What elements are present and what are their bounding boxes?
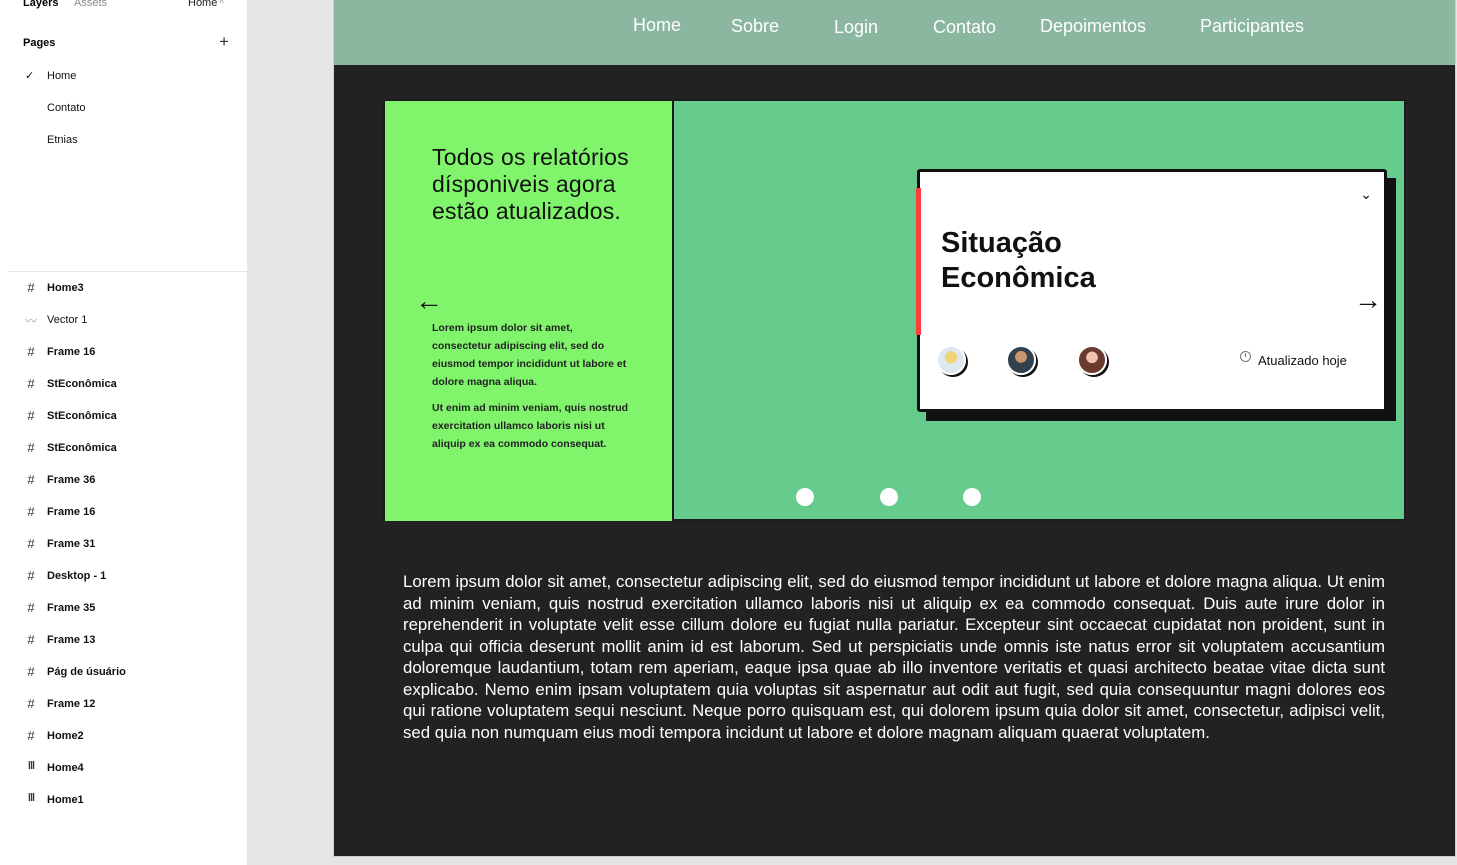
avatar[interactable] (1077, 345, 1107, 375)
nav-link-depoimentos[interactable]: Depoimentos (1040, 16, 1146, 37)
layer-item[interactable]: # Desktop - 1 (23, 568, 238, 589)
layer-item[interactable]: # Frame 35 (23, 600, 238, 621)
layer-label: Home2 (47, 730, 84, 742)
nav-link-participantes[interactable]: Participantes (1200, 16, 1304, 37)
frame-icon: # (27, 568, 35, 583)
layer-label: StEconômica (47, 442, 117, 454)
pages-header: Pages + (23, 33, 233, 51)
chevron-down-icon[interactable]: ⌄ (1360, 186, 1372, 203)
updated-label: Atualizado hoje (1258, 353, 1347, 368)
nav-link-home[interactable]: Home (633, 15, 681, 36)
tab-layers[interactable]: Layers (23, 0, 58, 9)
carousel-dot[interactable] (796, 488, 814, 506)
hero-paragraph: Ut enim ad minim veniam, quis nostrud ex… (432, 402, 629, 450)
frame-icon: # (27, 664, 35, 679)
hero-carousel: Todos os relatórios dísponiveis agora es… (383, 99, 1406, 521)
page-item-etnias[interactable]: Etnias (23, 133, 233, 153)
body-paragraph: Lorem ipsum dolor sit amet, consectetur … (403, 572, 1385, 742)
add-page-button[interactable]: + (219, 33, 229, 50)
frame-icon: # (27, 280, 35, 295)
hero-paragraph: Lorem ipsum dolor sit amet, consectetur … (432, 322, 627, 388)
layer-item[interactable]: # Frame 36 (23, 472, 238, 493)
pages-title: Pages (23, 37, 56, 49)
frame-icon: # (27, 536, 35, 551)
layers-panel: Layers Assets Home ^ Pages + ✓ Home Conta… (0, 0, 248, 865)
frame-icon: # (27, 376, 35, 391)
site-navbar: Home Sobre Login Contato Depoimentos Par… (334, 0, 1455, 65)
avatar[interactable] (1006, 345, 1036, 375)
layer-item[interactable]: # Frame 16 (23, 504, 238, 525)
page-item-home[interactable]: ✓ Home (23, 69, 233, 89)
layer-item[interactable]: # Frame 16 (23, 344, 238, 365)
page-item-label: Home (47, 70, 77, 82)
layer-item[interactable]: ǀǀǀ Home1 (23, 792, 238, 813)
layer-item[interactable]: 〰 Vector 1 (23, 313, 238, 333)
layer-item[interactable]: # StEconômica (23, 376, 238, 397)
layer-item[interactable]: # Frame 12 (23, 696, 238, 717)
layer-label: Home3 (47, 282, 84, 294)
layer-label: Frame 31 (47, 538, 96, 550)
page-item-label: Contato (47, 102, 86, 114)
frame-icon: # (27, 600, 35, 615)
hero-heading: Todos os relatórios dísponiveis agora es… (432, 144, 629, 224)
layer-label: Frame 13 (47, 634, 96, 646)
check-icon: ✓ (25, 70, 35, 82)
layer-item[interactable]: # Frame 31 (23, 536, 238, 557)
layer-label: Pág de úsuário (47, 666, 126, 678)
layer-label: Frame 16 (47, 506, 96, 518)
card-accent-bar (916, 188, 921, 335)
hero-left-panel: Todos os relatórios dísponiveis agora es… (385, 101, 674, 521)
layer-label: Frame 16 (47, 346, 96, 358)
frame-icon: # (27, 632, 35, 647)
layer-label: Vector 1 (47, 314, 88, 326)
frame-icon: # (27, 728, 35, 743)
design-editor: Layers Assets Home ^ Pages + ✓ Home Conta… (0, 0, 1457, 865)
layer-label: Home4 (47, 762, 84, 774)
canvas-frame-home[interactable]: Home Sobre Login Contato Depoimentos Par… (334, 0, 1455, 856)
frame-icon: # (27, 696, 35, 711)
report-card[interactable]: ⌄ Situação Econômica → Atualizado hoje (916, 169, 1387, 412)
page-item-contato[interactable]: Contato (23, 101, 233, 121)
layer-item[interactable]: # StEconômica (23, 440, 238, 461)
frame-icon: # (27, 504, 35, 519)
layout-bars-icon: ǀǀǀ (27, 792, 35, 804)
vector-icon: 〰 (24, 314, 37, 328)
layer-item[interactable]: # Home2 (23, 728, 238, 749)
layer-item[interactable]: # Frame 13 (23, 632, 238, 653)
layer-label: Frame 12 (47, 698, 96, 710)
frame-icon: # (27, 344, 35, 359)
carousel-dot[interactable] (963, 488, 981, 506)
nav-link-contato[interactable]: Contato (933, 17, 996, 38)
layer-label: Desktop - 1 (47, 570, 107, 582)
layer-label: StEconômica (47, 378, 117, 390)
layer-item[interactable]: # Pág de úsuário (23, 664, 238, 685)
layout-bars-icon: ǀǀǀ (27, 760, 35, 772)
frame-icon: # (27, 440, 35, 455)
layer-item[interactable]: # StEconômica (23, 408, 238, 429)
card-title: Situação Econômica (941, 227, 1096, 294)
chevron-up-icon: ^ (219, 0, 224, 8)
layer-label: Frame 36 (47, 474, 96, 486)
clock-icon (1240, 351, 1251, 362)
layer-label: Frame 35 (47, 602, 96, 614)
tab-assets[interactable]: Assets (74, 0, 107, 9)
page-item-label: Etnias (47, 134, 78, 146)
page-selector[interactable]: Home ^ (188, 0, 224, 9)
page-selector-label: Home (188, 0, 218, 9)
frame-icon: # (27, 408, 35, 423)
layer-item[interactable]: # Home3 (23, 280, 238, 301)
carousel-dot[interactable] (880, 488, 898, 506)
nav-link-sobre[interactable]: Sobre (731, 16, 779, 37)
panel-tabs: Layers Assets Home ^ (0, 0, 247, 14)
arrow-left-icon[interactable]: ← (415, 287, 443, 315)
layer-label: StEconômica (47, 410, 117, 422)
layer-item[interactable]: ǀǀǀ Home4 (23, 760, 238, 781)
arrow-right-icon[interactable]: → (1354, 286, 1382, 314)
layer-label: Home1 (47, 794, 84, 806)
panel-divider (8, 271, 248, 272)
avatar[interactable] (936, 345, 966, 375)
frame-icon: # (27, 472, 35, 487)
nav-link-login[interactable]: Login (834, 17, 878, 38)
